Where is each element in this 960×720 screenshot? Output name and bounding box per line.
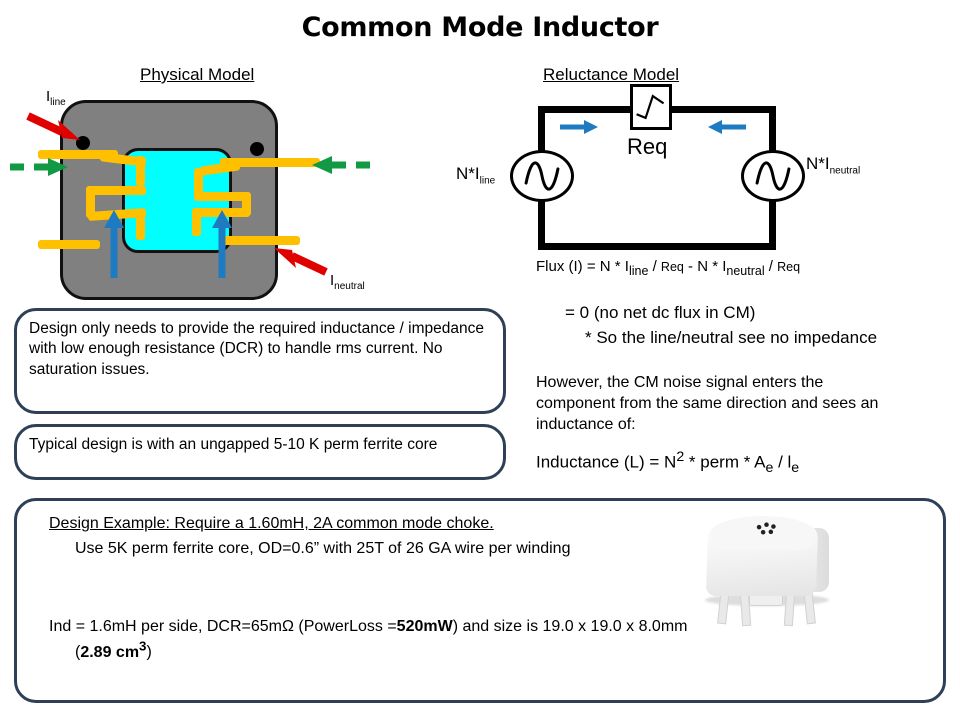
source-right-symbol — [741, 150, 805, 202]
inductance-equation: Inductance (L) = N2 * perm * Ae / le — [536, 449, 799, 476]
line-current-label-sub: line — [50, 97, 66, 108]
cm-noise-note-text: However, the CM noise signal enters the … — [536, 374, 879, 434]
flux-equation-middle: - N * I — [683, 258, 727, 275]
circuit-wire-top-right — [668, 106, 776, 113]
flux-equation-prefix: Flux (I) = N * I — [536, 258, 629, 275]
winding-wire-left — [90, 186, 146, 195]
source-left-label-sub: line — [479, 175, 496, 187]
cm-noise-note: However, the CM noise signal enters the … — [536, 372, 896, 435]
flux-equation-slash2: / — [764, 258, 778, 275]
result-volume-number: 2.89 cm — [80, 643, 140, 661]
page-title: Common Mode Inductor — [301, 12, 659, 43]
source-right-label-main: N*I — [806, 154, 830, 173]
flux-equation-sub-neutral: neutral — [726, 264, 765, 278]
reluctance-model-heading: Reluctance Model — [543, 65, 680, 84]
typical-design-text: Typical design is with an ungapped 5-10 … — [29, 436, 438, 453]
inductance-equation-slash: / l — [773, 452, 792, 472]
inductance-equation-sub-length: e — [791, 460, 800, 477]
result-volume-line: (2.89 cm3) — [75, 637, 931, 663]
source-left-label-main: N*I — [456, 164, 480, 183]
flux-impedance-note: * So the line/neutral see no impedance — [585, 328, 878, 347]
flux-zero-line: = 0 (no net dc flux in CM) — [565, 303, 756, 322]
flux-equation-sub-line: line — [628, 264, 649, 278]
source-right-label-sub: neutral — [829, 165, 861, 177]
physical-model-heading: Physical Model — [140, 65, 255, 84]
inductance-equation-mid: * perm * A — [684, 452, 766, 472]
result-text-part2: ) and size is 19.0 x 19.0 x 8.0mm — [452, 617, 688, 635]
flux-equation-req2: Req — [777, 260, 801, 274]
circuit-wire-bottom — [538, 243, 776, 250]
cm-arrow-right-icon — [312, 156, 370, 174]
design-example-callout: Design Example: Require a 1.60mH, 2A com… — [14, 498, 946, 703]
design-requirements-callout: Design only needs to provide the require… — [14, 308, 506, 414]
winding-wire-left — [136, 212, 145, 240]
reluctance-element-box — [630, 84, 672, 130]
flux-equation-req1: Req — [660, 260, 684, 274]
cm-arrow-left-icon — [10, 158, 68, 176]
neutral-current-label: Ineutral — [330, 272, 365, 292]
neutral-current-label-sub: neutral — [334, 281, 365, 292]
typical-design-callout: Typical design is with an ungapped 5-10 … — [14, 424, 506, 480]
flux-arrow-left-icon — [104, 210, 124, 278]
flux-direction-arrow-right-icon — [708, 120, 746, 134]
circuit-wire-top-left — [538, 106, 634, 113]
winding-wire-right — [192, 208, 201, 236]
flux-direction-arrow-left-icon — [560, 120, 598, 134]
line-current-arrow-icon — [26, 112, 80, 140]
design-requirements-text: Design only needs to provide the require… — [29, 320, 484, 378]
design-example-subtitle: Use 5K perm ferrite core, OD=0.6” with 2… — [75, 540, 571, 557]
reluctance-model-diagram: Req N*Iline N*Ineutral — [456, 84, 940, 280]
flux-arrow-right-icon — [212, 210, 232, 278]
source-left-label: N*Iline — [456, 164, 495, 186]
product-photo-leg — [783, 591, 796, 627]
line-current-label: Iline — [46, 88, 66, 108]
result-volume-value: 2.89 cm3 — [80, 638, 146, 661]
inductor-product-photo — [679, 508, 869, 638]
design-example-title: Design Example: Require a 1.60mH, 2A com… — [49, 515, 494, 532]
polarity-dot-right — [250, 142, 264, 156]
source-left-symbol — [510, 150, 574, 202]
winding-wire-left — [38, 240, 100, 249]
result-powerloss-value: 520mW — [396, 617, 453, 635]
reluctance-label: Req — [627, 134, 668, 159]
flux-equation-slash1: / — [648, 258, 661, 275]
result-text-part4: ) — [146, 643, 152, 661]
neutral-current-arrow-icon — [274, 248, 328, 276]
inductance-equation-prefix: Inductance (L) = N — [536, 452, 677, 472]
winding-wire-left — [136, 156, 145, 186]
physical-model-diagram: Iline Ineutral — [10, 88, 370, 305]
result-text-part1: Ind = 1.6mH per side, DCR=65mΩ (PowerLos… — [49, 617, 397, 635]
source-right-label: N*Ineutral — [806, 154, 860, 176]
flux-equation: Flux (I) = N * Iline / Req - N * Ineutra… — [536, 258, 800, 278]
